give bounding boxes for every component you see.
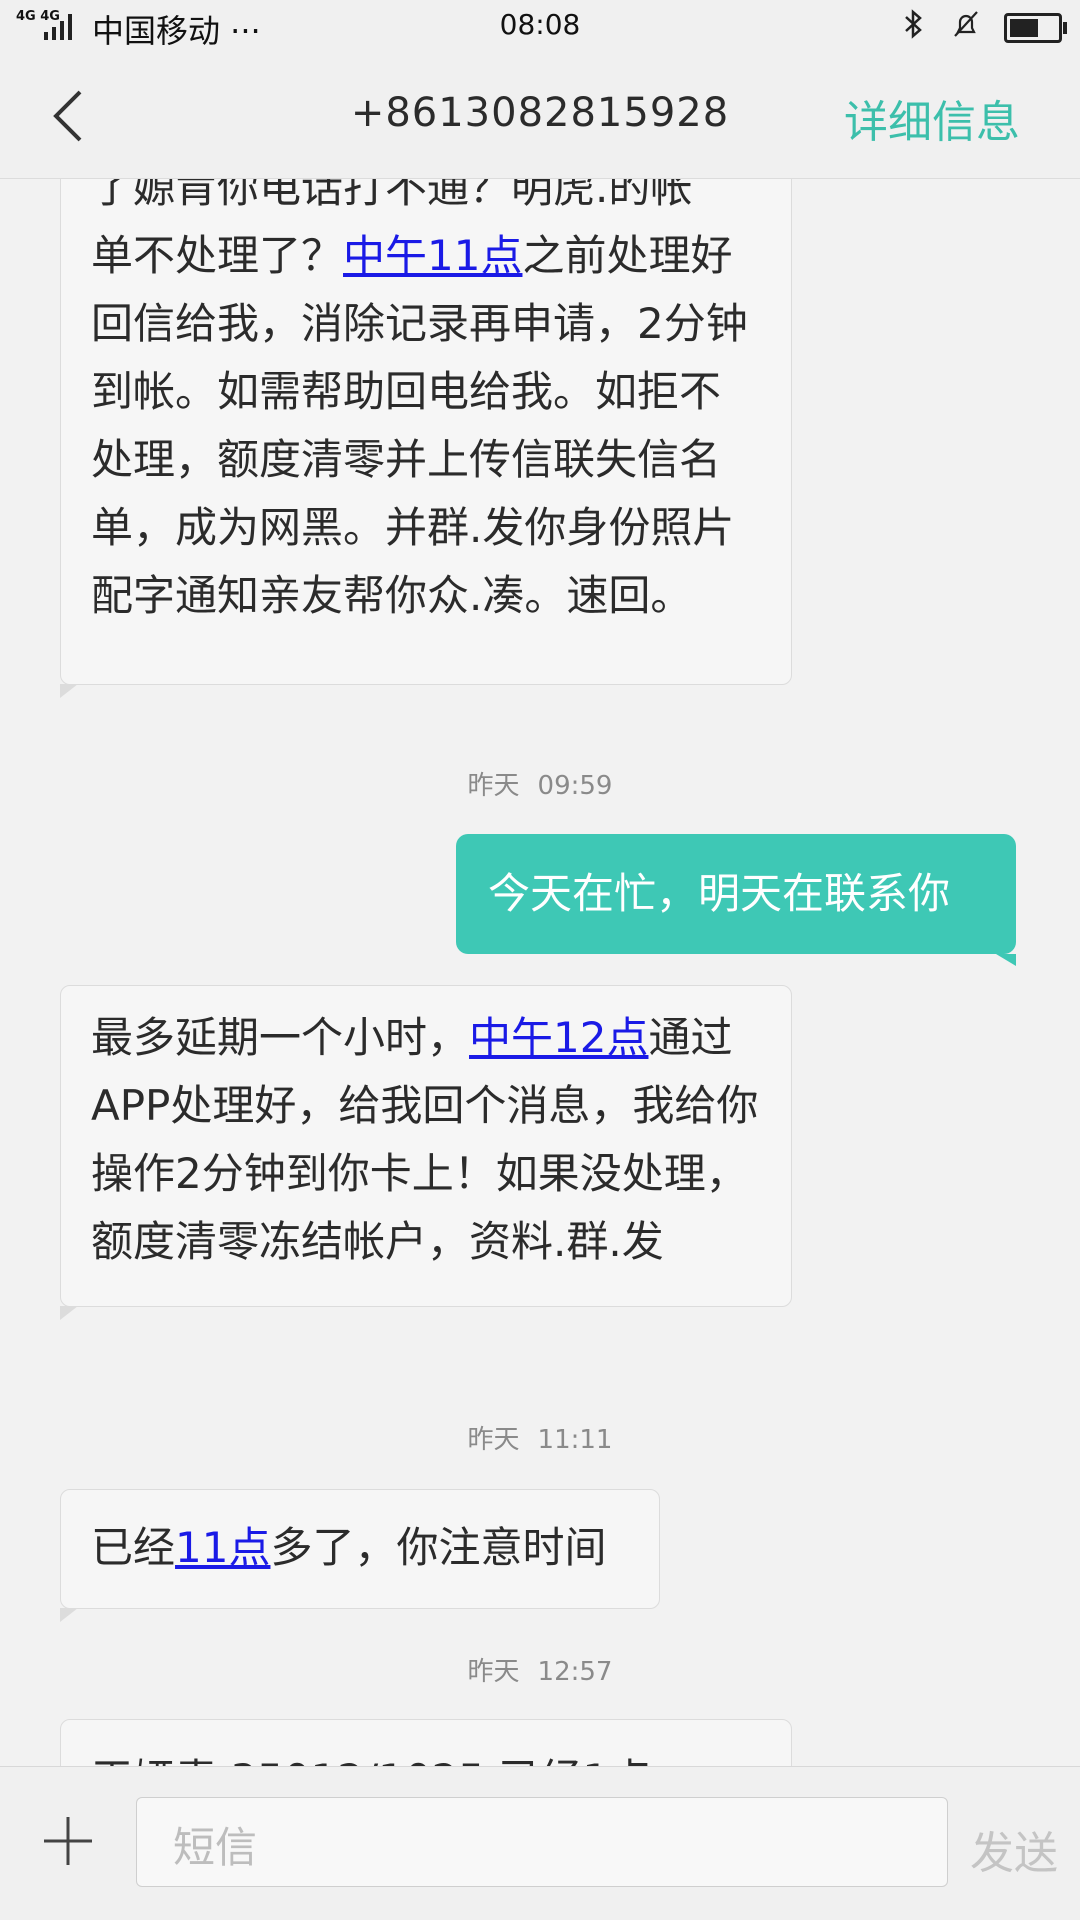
battery-icon	[1004, 13, 1067, 43]
timestamp: 昨天 09:59	[467, 771, 613, 801]
add-attachment-icon[interactable]	[40, 1813, 96, 1869]
message-text: 多了，你注意时间	[270, 1523, 607, 1572]
message-text: 之前处理好回信给我，消除记录再申请，2分钟到帐。如需帮助回电给我。如拒不处理，额…	[91, 231, 748, 620]
message-text: 已经	[91, 1523, 176, 1572]
message-bubble-outgoing[interactable]: 今天在忙，明天在联系你	[456, 834, 1016, 966]
mute-bell-icon	[950, 8, 982, 48]
message-input[interactable]: 短信	[136, 1797, 948, 1887]
message-text: 今天在忙，明天在联系你	[488, 869, 951, 918]
status-bar: 4G 4G 中国移动 ··· 08:08	[0, 0, 1080, 52]
time-link[interactable]: 11点	[175, 1523, 270, 1572]
conversation-header: +8613082815928 详细信息	[0, 52, 1080, 179]
message-text: 单不处理了？	[91, 231, 344, 280]
time-link[interactable]: 中午12点	[469, 1013, 648, 1062]
bluetooth-icon	[900, 8, 928, 48]
compose-bar: 短信 发送	[0, 1766, 1080, 1920]
message-list[interactable]: 了嫄肯你电话打不通？明虎.的帐 单不处理了？中午11点之前处理好回信给我，消除记…	[0, 179, 1080, 1767]
message-bubble-incoming[interactable]: 王娅青 35012/1025 已经1点	[60, 1719, 792, 1767]
send-button[interactable]: 发送	[970, 1817, 1058, 1881]
message-bubble-incoming[interactable]: 了嫄肯你电话打不通？明虎.的帐 单不处理了？中午11点之前处理好回信给我，消除记…	[60, 179, 792, 698]
message-text: 最多延期一个小时，	[91, 1013, 470, 1062]
timestamp: 昨天 12:57	[467, 1657, 613, 1687]
message-bubble-incoming[interactable]: 已经11点多了，你注意时间	[60, 1489, 660, 1622]
message-text-partial: 了嫄肯你电话打不通？明虎.的帐	[91, 179, 693, 212]
message-bubble-incoming[interactable]: 最多延期一个小时，中午12点通过APP处理好，给我回个消息，我给你操作2分钟到你…	[60, 985, 792, 1320]
time-link[interactable]: 中午11点	[343, 231, 522, 280]
details-button[interactable]: 详细信息	[844, 86, 1020, 150]
timestamp: 昨天 11:11	[467, 1425, 613, 1455]
